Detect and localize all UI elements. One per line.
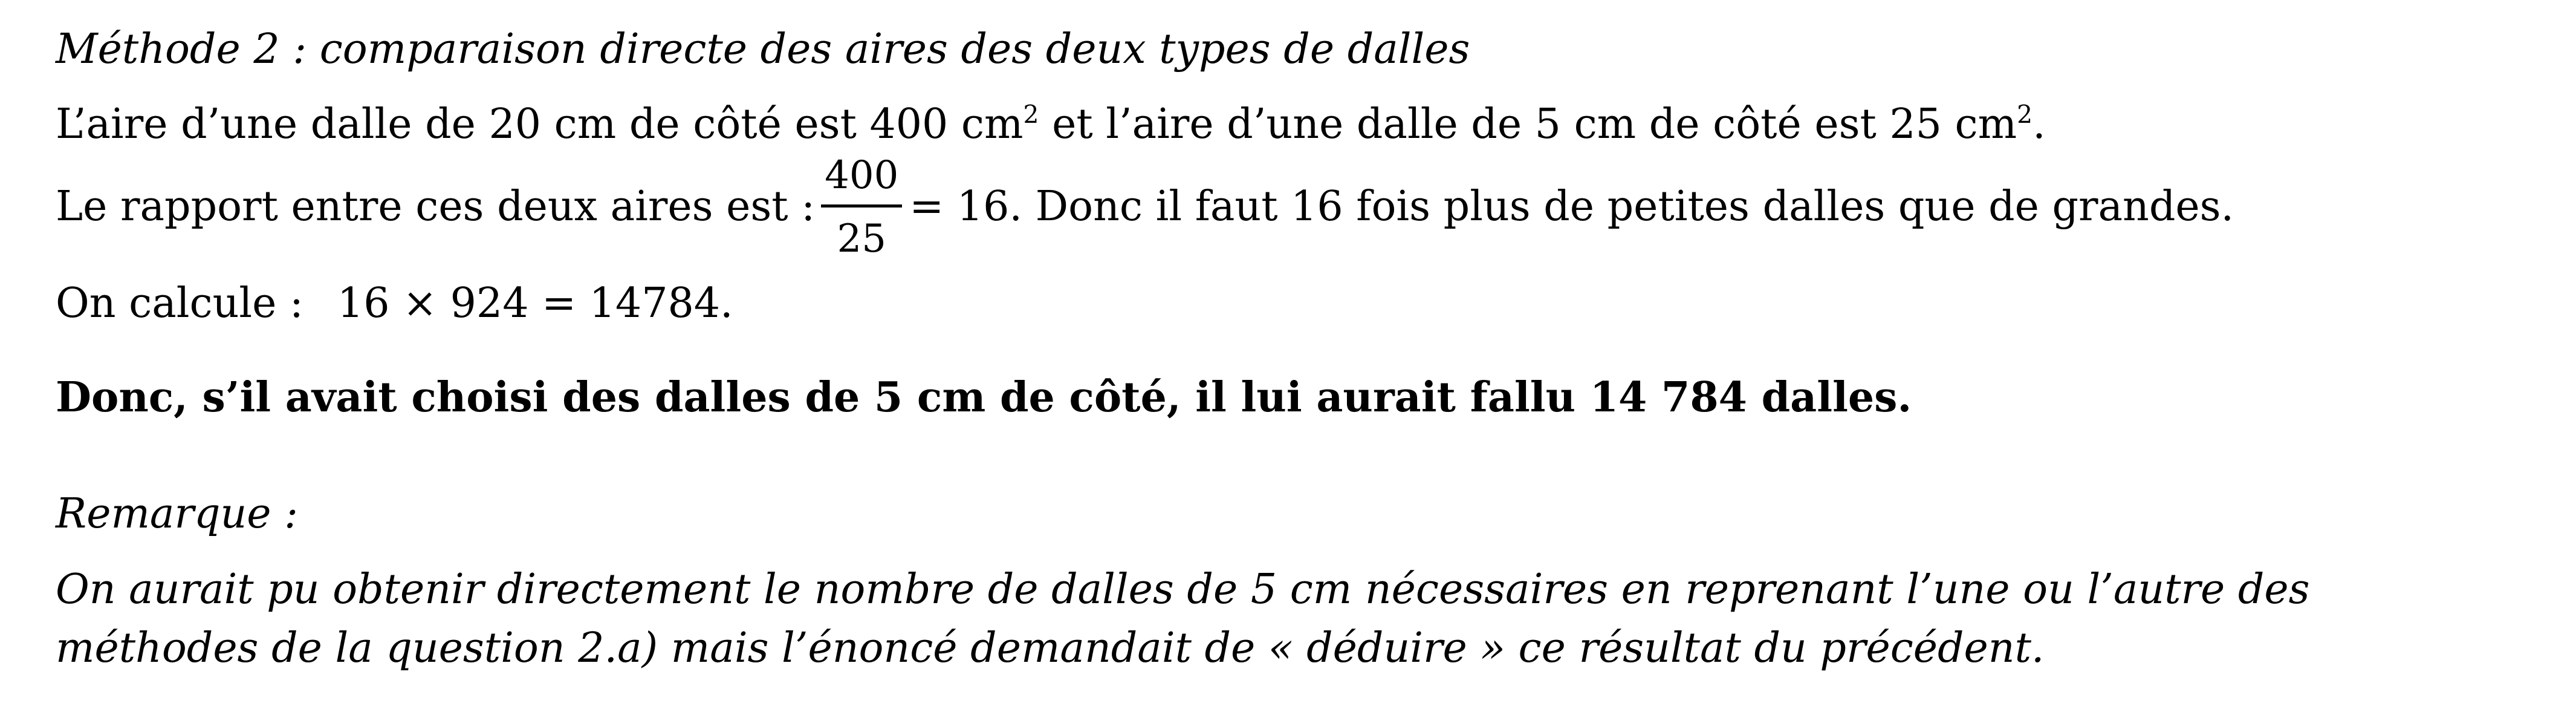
calculation-line: On calcule : 16 × 924 = 14784.	[56, 279, 733, 328]
fraction-bar	[821, 204, 903, 207]
area-statement-part2: et l’aire d’une dalle de 5 cm de côté es…	[1039, 100, 2017, 148]
squared-exponent: 2	[1023, 100, 1039, 129]
conclusion-text: Donc, s’il avait choisi des dalles de 5 …	[56, 373, 1912, 422]
fraction-numerator: 400	[825, 153, 899, 198]
ratio-result: = 16. Donc il faut 16 fois plus de petit…	[909, 183, 2234, 230]
area-statement: L’aire d’une dalle de 20 cm de côté est …	[56, 100, 2046, 149]
calculation-label: On calcule :	[56, 279, 303, 327]
ratio-statement: Le rapport entre ces deux aires est :400…	[56, 152, 2234, 267]
area-statement-part1: L’aire d’une dalle de 20 cm de côté est …	[56, 100, 1024, 148]
area-statement-end: .	[2033, 100, 2046, 148]
remark-line-2: méthodes de la question 2.a) mais l’énon…	[56, 624, 2045, 672]
fraction-denominator: 25	[837, 217, 886, 261]
ratio-fraction: 400 25	[821, 150, 903, 264]
remark-line-1: On aurait pu obtenir directement le nomb…	[56, 566, 2310, 613]
squared-exponent: 2	[2017, 100, 2033, 129]
calculation-expression: 16 × 924 = 14784.	[337, 279, 733, 327]
method-heading: Méthode 2 : comparaison directe des aire…	[56, 25, 1470, 73]
ratio-intro: Le rapport entre ces deux aires est :	[56, 183, 816, 230]
remark-heading: Remarque :	[56, 490, 299, 538]
document-page: Méthode 2 : comparaison directe des aire…	[56, 0, 2534, 709]
